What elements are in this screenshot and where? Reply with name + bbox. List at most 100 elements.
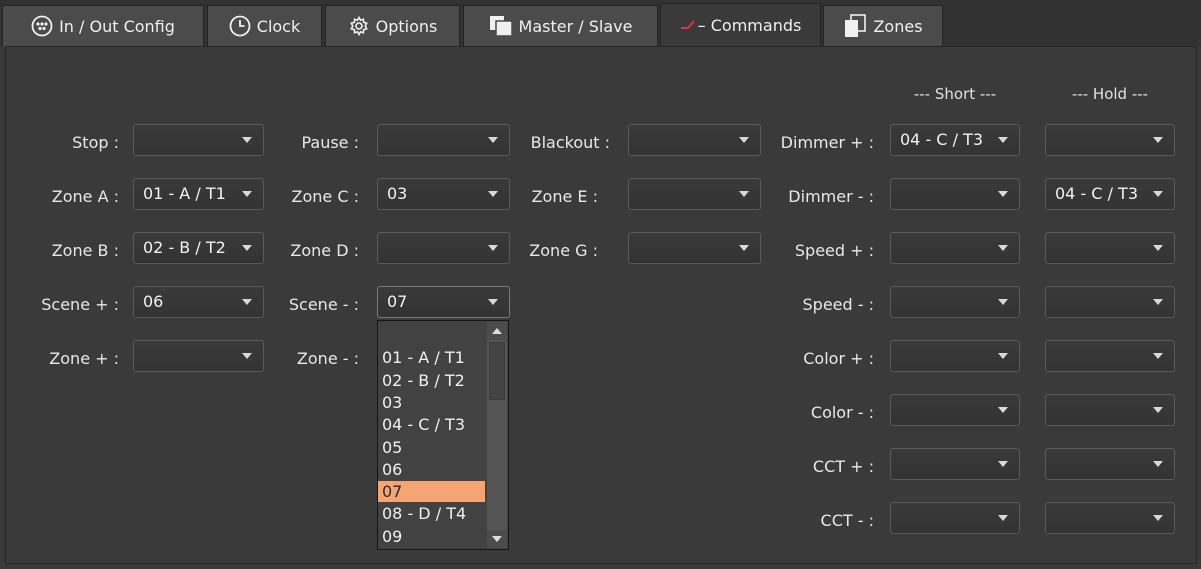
right-row-label: Color + : (803, 349, 874, 368)
chevron-down-icon (1153, 353, 1163, 359)
zones-icon (843, 14, 867, 38)
scene-plus-select[interactable]: 06 (133, 286, 264, 318)
scroll-up-button[interactable] (487, 322, 507, 340)
blackout-label: Blackout : (530, 133, 610, 152)
tab-label-prefix: – (697, 15, 711, 35)
hold-column-header: --- Hold --- (1071, 85, 1149, 103)
dropdown-option[interactable]: 08 - D / T4 (378, 503, 485, 524)
zone-a-label: Zone A : (51, 187, 119, 206)
dropdown-option[interactable]: 05 (378, 437, 485, 458)
tab-master-slave[interactable]: Master / Slave (463, 5, 658, 46)
dropdown-option[interactable]: 03 (378, 392, 485, 413)
chevron-down-icon (242, 299, 252, 305)
chevron-down-icon (242, 353, 252, 359)
chevron-down-icon (998, 407, 1008, 413)
hold-select[interactable] (1045, 286, 1175, 318)
stop-label: Stop : (72, 133, 119, 152)
scene-minus-label: Scene - : (288, 295, 359, 314)
scene-minus-dropdown-list[interactable]: 01 - A / T1 02 - B / T2 03 04 - C / T3 05 06 0… (377, 320, 509, 550)
chevron-down-icon (998, 461, 1008, 467)
tab-bar: In / Out Config Clock Options Master / S… (0, 0, 1201, 46)
stop-select[interactable] (133, 124, 264, 156)
tab-commands[interactable]: – Commands (660, 3, 821, 46)
pause-select[interactable] (377, 124, 510, 156)
tab-label: Commands (710, 15, 802, 35)
chevron-down-icon (492, 536, 502, 542)
scroll-thumb[interactable] (489, 342, 505, 400)
chevron-down-icon (739, 137, 749, 143)
scene-minus-value: 07 (387, 292, 408, 311)
dropdown-option[interactable]: 09 (378, 526, 485, 547)
tab-label: Options (375, 16, 438, 36)
commands-icon (680, 17, 696, 33)
hold-select[interactable] (1045, 124, 1175, 156)
zone-g-select[interactable] (628, 232, 761, 264)
dropdown-option[interactable]: 07 (378, 481, 485, 503)
short-select[interactable] (890, 286, 1020, 318)
zone-b-value: 02 - B / T2 (143, 238, 226, 257)
short-select[interactable] (890, 502, 1020, 534)
chevron-down-icon (1153, 407, 1163, 413)
tab-label: Master / Slave (518, 16, 633, 36)
hold-select[interactable] (1045, 448, 1175, 480)
chevron-down-icon (1153, 245, 1163, 251)
dropdown-scrollbar[interactable] (487, 322, 507, 548)
tab-label: Clock (256, 16, 301, 36)
chevron-down-icon (488, 245, 498, 251)
dropdown-option[interactable]: 04 - C / T3 (378, 414, 485, 435)
short-column-header: --- Short --- (913, 85, 997, 103)
chevron-up-icon (492, 328, 502, 334)
dropdown-option[interactable]: 01 - A / T1 (378, 347, 485, 368)
zone-a-value: 01 - A / T1 (143, 184, 226, 203)
zone-a-select[interactable]: 01 - A / T1 (133, 178, 264, 210)
zone-d-label: Zone D : (290, 241, 359, 260)
zone-e-select[interactable] (628, 178, 761, 210)
dropdown-option[interactable]: 06 (378, 459, 485, 480)
chevron-down-icon (998, 137, 1008, 143)
blackout-select[interactable] (628, 124, 761, 156)
zone-c-label: Zone C : (291, 187, 359, 206)
chevron-down-icon (242, 137, 252, 143)
tab-label: Zones (873, 16, 923, 36)
chevron-down-icon (739, 245, 749, 251)
right-row-label: Dimmer + : (780, 133, 874, 152)
chevron-down-icon (242, 191, 252, 197)
hold-select[interactable] (1045, 394, 1175, 426)
right-row-label: Speed - : (802, 295, 875, 314)
hold-select[interactable]: 04 - C / T3 (1045, 178, 1175, 210)
tab-options[interactable]: Options (325, 5, 460, 46)
chevron-down-icon (739, 191, 749, 197)
hold-select[interactable] (1045, 340, 1175, 372)
master-slave-icon (489, 15, 513, 37)
tab-clock[interactable]: Clock (207, 5, 322, 46)
chevron-down-icon (998, 299, 1008, 305)
short-select[interactable]: 04 - C / T3 (890, 124, 1020, 156)
tab-in-out-config[interactable]: In / Out Config (2, 5, 204, 46)
dropdown-option[interactable]: 02 - B / T2 (378, 370, 485, 391)
hold-select[interactable] (1045, 232, 1175, 264)
short-select[interactable] (890, 178, 1020, 210)
zone-c-value: 03 (387, 184, 408, 203)
zone-minus-label: Zone - : (296, 349, 359, 368)
chevron-down-icon (1153, 515, 1163, 521)
zone-d-select[interactable] (377, 232, 510, 264)
tab-zones[interactable]: Zones (823, 5, 943, 46)
chevron-down-icon (1153, 299, 1163, 305)
chevron-down-icon (1153, 137, 1163, 143)
short-select[interactable] (890, 232, 1020, 264)
zone-b-select[interactable]: 02 - B / T2 (133, 232, 264, 264)
chevron-down-icon (1153, 191, 1163, 197)
zone-c-select[interactable]: 03 (377, 178, 510, 210)
scene-minus-select[interactable]: 07 (377, 286, 510, 318)
zone-g-label: Zone G : (529, 241, 598, 260)
scene-plus-label: Scene + : (41, 295, 119, 314)
zone-plus-select[interactable] (133, 340, 264, 372)
hold-select[interactable] (1045, 502, 1175, 534)
scroll-down-button[interactable] (487, 530, 507, 548)
clock-icon (229, 15, 251, 37)
dropdown-option-empty[interactable] (378, 325, 485, 346)
short-select[interactable] (890, 394, 1020, 426)
short-select[interactable] (890, 448, 1020, 480)
short-select[interactable] (890, 340, 1020, 372)
right-row-label: Color - : (810, 403, 874, 422)
